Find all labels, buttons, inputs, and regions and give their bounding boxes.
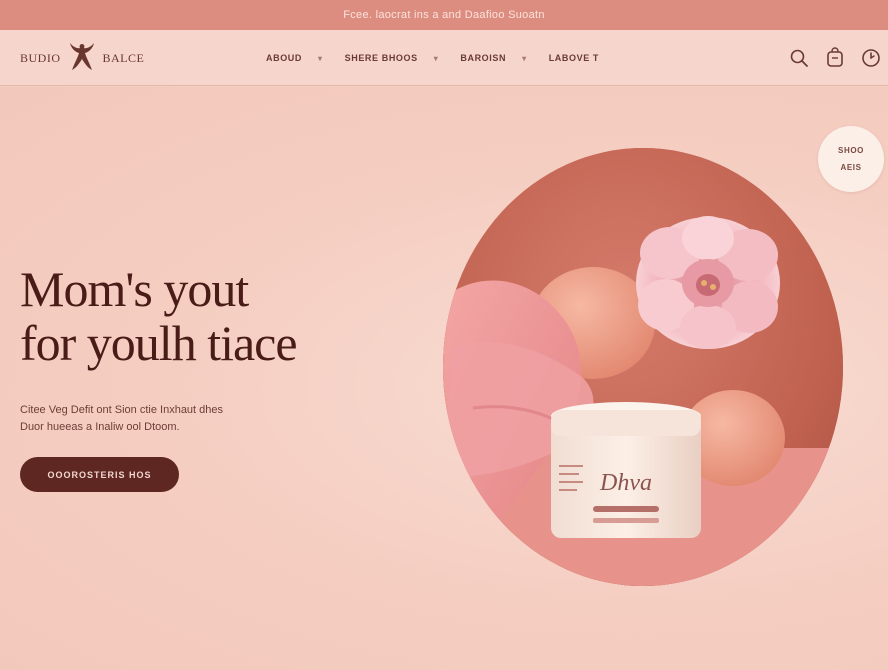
hero-headline: Mom's yout for youlh tiace [20, 262, 420, 370]
subtext-line-1: Citee Veg Defit ont Sion ctie Inxhaut dh… [20, 404, 224, 416]
brand-logo[interactable]: BUDIO BALCE [20, 40, 144, 76]
shop-now-button[interactable]: OOOROSTERIS HOS [20, 457, 179, 492]
announcement-bar: Fcee. laocrat ins a and Daafioo Suoatn [0, 0, 888, 30]
nav-item-about[interactable]: ABOUD ▾ [266, 53, 345, 63]
chevron-down-icon: ▾ [318, 53, 323, 63]
search-icon[interactable] [788, 47, 810, 69]
hero-product-image: Dhva [443, 148, 843, 586]
badge-line-1: SHOO [838, 146, 864, 155]
jar-label-text: Dhva [599, 470, 652, 496]
cart-icon[interactable] [824, 47, 846, 69]
product-scene-illustration: Dhva [443, 148, 843, 586]
account-icon[interactable] [860, 47, 882, 69]
brand-name-right: BALCE [102, 50, 145, 65]
hero-subtext: Citee Veg Defit ont Sion ctie Inxhaut dh… [20, 402, 310, 436]
floating-badge[interactable]: SHOO AEIS [818, 126, 884, 192]
cta-label: OOOROSTERIS HOS [47, 469, 152, 480]
main-nav: ABOUD ▾ SHERE BHOOS ▾ BAROISN ▾ LABOVE T [266, 50, 599, 66]
chevron-down-icon: ▾ [522, 53, 527, 63]
nav-item-label: ABOUD [266, 53, 302, 63]
headline-line-1: Mom's yout [20, 261, 249, 317]
brand-figure-icon [69, 43, 94, 70]
header-icons [788, 46, 882, 70]
nav-item-brands[interactable]: BAROISN ▾ [460, 53, 548, 63]
site-header: BUDIO BALCE ABOUD ▾ SHERE BHOOS ▾ BAROIS… [0, 30, 888, 86]
badge-line-2: AEIS [840, 163, 862, 172]
chevron-down-icon: ▾ [433, 53, 439, 63]
nav-item-above[interactable]: LABOVE T [549, 53, 599, 63]
nav-item-label: SHERE BHOOS [344, 53, 418, 63]
subtext-line-2: Duor hueeas a Inaliw ool Dtoom. [20, 421, 180, 433]
announcement-text: Fcee. laocrat ins a and Daafioo Suoatn [343, 9, 545, 21]
headline-line-2: for youlh tiace [20, 315, 298, 371]
brand-name-left: BUDIO [20, 50, 61, 65]
nav-item-label: BAROISN [460, 53, 507, 63]
nav-item-shop[interactable]: SHERE BHOOS ▾ [345, 53, 461, 63]
nav-item-label: LABOVE T [548, 53, 600, 63]
